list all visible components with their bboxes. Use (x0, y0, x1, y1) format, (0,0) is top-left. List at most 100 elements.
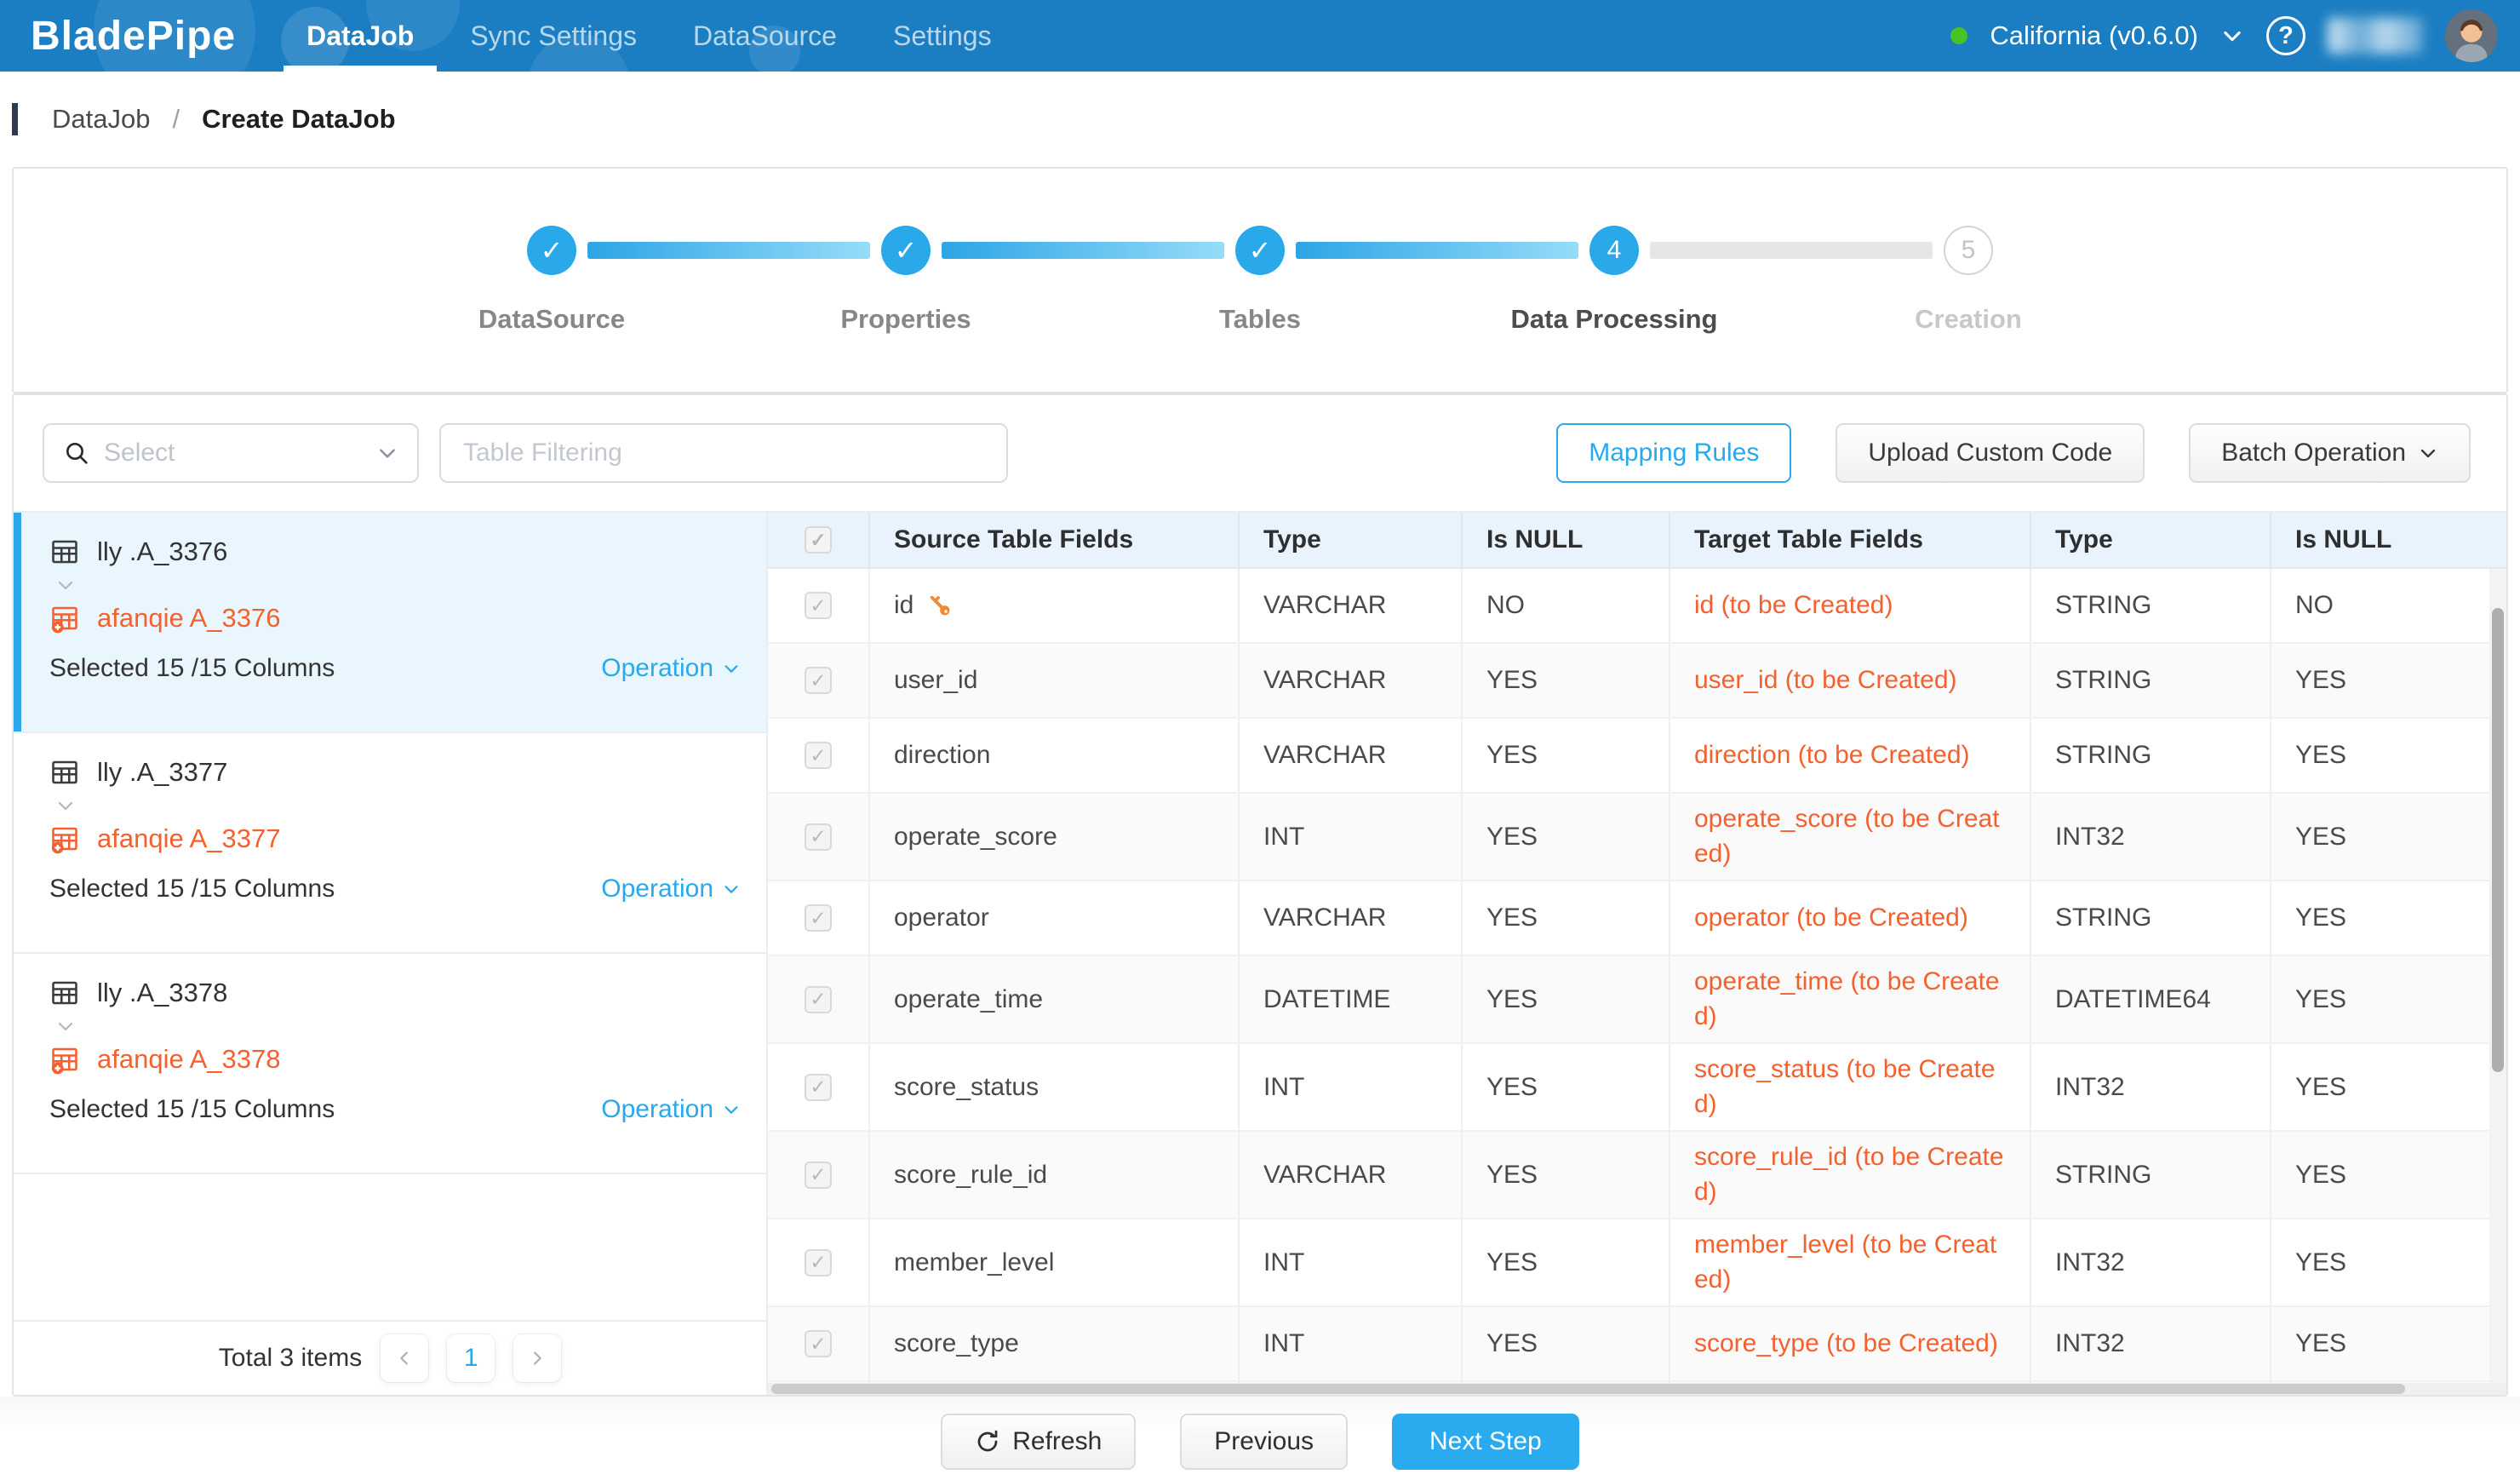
col-header-target-fields: Target Table Fields (1670, 513, 2031, 567)
selected-columns-text: Selected 15 /15 Columns (49, 1095, 335, 1124)
header-checkbox-cell: ✓ (768, 513, 870, 567)
row-checkbox[interactable]: ✓ (805, 986, 832, 1013)
refresh-button[interactable]: Refresh (941, 1414, 1136, 1470)
app-logo[interactable]: BladePipe (31, 13, 236, 60)
source-null-cell: YES (1463, 1307, 1670, 1380)
target-table-create-icon (49, 823, 80, 854)
row-checkbox[interactable]: ✓ (805, 1330, 832, 1357)
target-null-cell: YES (2271, 881, 2506, 955)
stepper-card: ✓ DataSource ✓ Properties ✓ Tables 4 Dat… (12, 167, 2508, 393)
target-type-cell: STRING (2031, 569, 2271, 642)
select-dropdown[interactable]: Select (43, 423, 419, 483)
nav-item-sync-settings[interactable]: Sync Settings (442, 0, 665, 72)
next-step-button[interactable]: Next Step (1392, 1414, 1579, 1470)
target-null-cell: YES (2271, 1307, 2506, 1380)
help-icon[interactable]: ? (2266, 16, 2305, 55)
col-header-target-type: Type (2031, 513, 2271, 567)
step-check-icon: ✓ (881, 226, 931, 275)
row-checkbox-cell: ✓ (768, 1219, 870, 1305)
next-page-button[interactable] (513, 1334, 561, 1382)
source-field-cell: score_type (870, 1307, 1240, 1380)
target-type-cell: STRING (2031, 719, 2271, 792)
row-checkbox-cell: ✓ (768, 569, 870, 642)
row-checkbox[interactable]: ✓ (805, 1162, 832, 1189)
source-field-name: score_rule_id (894, 1161, 1047, 1190)
source-null-cell: YES (1463, 719, 1670, 792)
previous-button[interactable]: Previous (1180, 1414, 1348, 1470)
horizontal-scrollbar[interactable] (768, 1383, 2506, 1395)
mapping-rules-button[interactable]: Mapping Rules (1556, 423, 1791, 483)
sidebar-pagination: Total 3 items 1 (14, 1320, 766, 1395)
table-pair-item[interactable]: lly .A_3377 afanqie A_3377 Selected 15 /… (14, 733, 766, 954)
step-data-processing: 4 Data Processing (1589, 226, 1639, 335)
step-properties: ✓ Properties (881, 226, 931, 335)
source-type-cell: VARCHAR (1240, 569, 1463, 642)
table-pair-item[interactable]: lly .A_3376 afanqie A_3376 Selected 15 /… (14, 513, 766, 733)
target-type-cell: STRING (2031, 644, 2271, 717)
operation-link[interactable]: Operation (601, 654, 741, 683)
row-checkbox-cell: ✓ (768, 956, 870, 1042)
row-checkbox-cell: ✓ (768, 1044, 870, 1130)
content-row: lly .A_3376 afanqie A_3376 Selected 15 /… (14, 511, 2506, 1395)
table-row: ✓ direction VARCHAR YES direction (to be… (768, 719, 2506, 794)
batch-operation-button[interactable]: Batch Operation (2189, 423, 2471, 483)
chevron-down-icon[interactable] (2220, 24, 2244, 48)
table-row: ✓ member_level INT YES member_level (to … (768, 1219, 2506, 1307)
upload-custom-code-button[interactable]: Upload Custom Code (1836, 423, 2145, 483)
source-field-name: direction (894, 741, 990, 770)
row-checkbox-cell: ✓ (768, 1132, 870, 1218)
table-filter-input[interactable] (439, 423, 1008, 483)
operation-link[interactable]: Operation (601, 1095, 741, 1124)
target-table-name: afanqie A_3378 (97, 1044, 281, 1075)
source-field-name: operate_score (894, 823, 1057, 852)
breadcrumb: DataJob / Create DataJob (0, 72, 2520, 167)
nav-item-settings[interactable]: Settings (865, 0, 1020, 72)
page-number-button[interactable]: 1 (447, 1334, 495, 1382)
avatar[interactable] (2445, 9, 2498, 62)
nav-item-datasource[interactable]: DataSource (665, 0, 865, 72)
target-field-cell: score_rule_id (to be Created) (1670, 1132, 2031, 1218)
target-table-name: afanqie A_3376 (97, 603, 281, 634)
source-type-cell: VARCHAR (1240, 644, 1463, 717)
vertical-scrollbar[interactable] (2489, 569, 2506, 1383)
row-checkbox[interactable]: ✓ (805, 1249, 832, 1276)
target-type-cell: STRING (2031, 881, 2271, 955)
step-connector (1650, 242, 1933, 259)
main-nav: DataJob Sync Settings DataSource Setting… (278, 0, 1020, 72)
source-null-cell: YES (1463, 1044, 1670, 1130)
vertical-scrollbar-thumb[interactable] (2492, 608, 2504, 1072)
source-field-name: operate_time (894, 985, 1043, 1014)
target-null-cell: YES (2271, 644, 2506, 717)
nav-item-datajob[interactable]: DataJob (278, 0, 442, 72)
select-all-checkbox[interactable]: ✓ (805, 526, 832, 554)
horizontal-scrollbar-thumb[interactable] (771, 1384, 2405, 1394)
breadcrumb-parent[interactable]: DataJob (52, 104, 150, 135)
env-label[interactable]: California (v0.6.0) (1990, 20, 2198, 51)
source-type-cell: INT (1240, 1044, 1463, 1130)
source-field-cell: user_id (870, 644, 1240, 717)
target-field-cell: operate_score (to be Created) (1670, 794, 2031, 880)
target-field-cell: score_type (to be Created) (1670, 1307, 2031, 1380)
prev-page-button[interactable] (381, 1334, 428, 1382)
operation-link[interactable]: Operation (601, 875, 741, 903)
row-checkbox[interactable]: ✓ (805, 904, 832, 932)
row-checkbox[interactable]: ✓ (805, 1074, 832, 1101)
row-checkbox[interactable]: ✓ (805, 742, 832, 769)
row-checkbox[interactable]: ✓ (805, 667, 832, 694)
field-mapping-table: ✓ Source Table Fields Type Is NULL Targe… (768, 513, 2506, 1395)
row-checkbox[interactable]: ✓ (805, 823, 832, 851)
source-field-cell: operate_score (870, 794, 1240, 880)
page-footer: Refresh Previous Next Step (0, 1397, 2520, 1480)
row-checkbox-cell: ✓ (768, 644, 870, 717)
source-field-cell: operator (870, 881, 1240, 955)
source-null-cell: YES (1463, 956, 1670, 1042)
user-name-blurred[interactable] (2328, 18, 2423, 54)
source-field-name: member_level (894, 1248, 1054, 1277)
row-checkbox-cell: ✓ (768, 719, 870, 792)
row-checkbox-cell: ✓ (768, 794, 870, 880)
chevron-down-icon (54, 576, 741, 596)
source-type-cell: INT (1240, 1219, 1463, 1305)
table-pair-item[interactable]: lly .A_3378 afanqie A_3378 Selected 15 /… (14, 954, 766, 1174)
source-field-cell: direction (870, 719, 1240, 792)
row-checkbox[interactable]: ✓ (805, 592, 832, 619)
